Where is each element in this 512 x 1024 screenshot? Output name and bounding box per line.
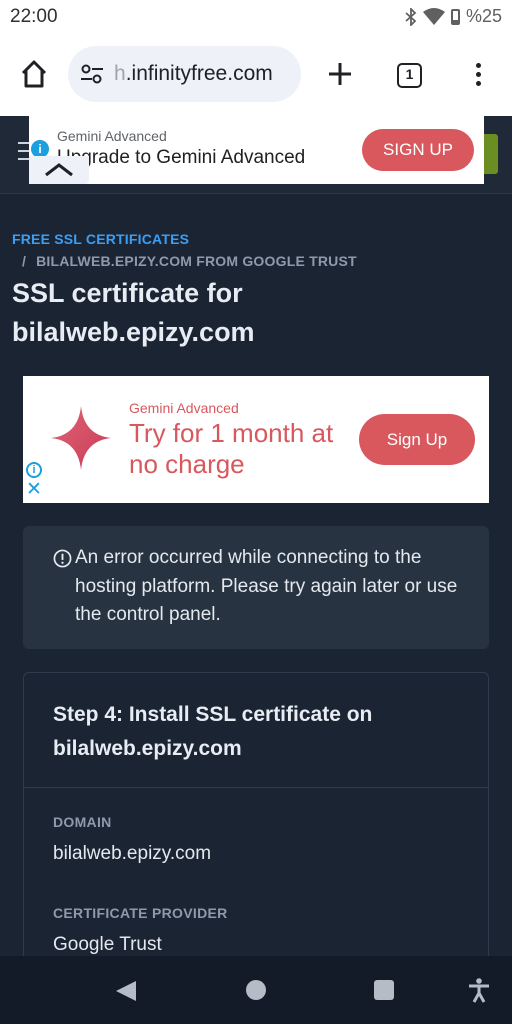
- step-heading: Step 4: Install SSL certificate on bilal…: [53, 703, 373, 760]
- domain-value: bilalweb.epizy.com: [53, 843, 212, 864]
- recents-icon[interactable]: [374, 980, 394, 1000]
- menu-dot-icon: [475, 72, 481, 77]
- address-bar[interactable]: h.infinityfree.com: [68, 46, 301, 102]
- battery-percent: %25: [465, 6, 502, 26]
- browser-toolbar: h.infinityfree.com 1: [0, 34, 512, 116]
- status-bar: 22:00 %25: [0, 0, 512, 34]
- ad-brand: Gemini Advanced: [129, 400, 239, 416]
- provider-label: CERTIFICATE PROVIDER: [53, 905, 228, 921]
- alert-message: An error occurred while connecting to th…: [75, 547, 458, 625]
- system-nav-bar: [0, 956, 512, 1024]
- status-time: 22:00: [10, 6, 58, 27]
- page-title: SSL certificate for bilalweb.epizy.com: [12, 278, 255, 347]
- ad-info-icon[interactable]: i: [26, 462, 42, 478]
- url-faded-part: h: [114, 62, 126, 85]
- ad-collapse-button[interactable]: [29, 156, 89, 184]
- install-step-card: Step 4: Install SSL certificate on bilal…: [23, 672, 489, 972]
- home-nav-icon[interactable]: [246, 980, 266, 1000]
- alert-circle-icon: [53, 549, 72, 568]
- ad-close-icon[interactable]: ✕: [26, 480, 42, 500]
- menu-dot-icon: [475, 63, 481, 68]
- menu-dot-icon: [475, 81, 481, 86]
- breadcrumb-parent-link[interactable]: FREE SSL CERTIFICATES: [12, 231, 189, 247]
- url-domain: .infinityfree.com: [125, 62, 273, 85]
- tab-switcher-button[interactable]: 1: [397, 63, 422, 88]
- chevron-up-icon: [45, 163, 73, 177]
- more-menu-button[interactable]: [466, 60, 490, 92]
- home-icon: [21, 60, 47, 88]
- bluetooth-icon: [405, 7, 417, 26]
- breadcrumb-current-label: BILALWEB.EPIZY.COM FROM GOOGLE TRUST: [36, 253, 357, 269]
- url-text: h.infinityfree.com: [114, 62, 294, 86]
- status-icons: %25: [405, 6, 502, 27]
- card-divider: [24, 787, 488, 788]
- new-tab-button[interactable]: [322, 56, 358, 92]
- back-icon[interactable]: [114, 979, 138, 1003]
- battery-icon: [450, 8, 460, 25]
- domain-label: DOMAIN: [53, 814, 112, 830]
- gemini-sparkle-icon: [51, 406, 111, 470]
- error-alert: An error occurred while connecting to th…: [23, 526, 489, 649]
- ad-headline: Upgrade to Gemini Advanced: [57, 147, 306, 168]
- breadcrumb-current: / BILALWEB.EPIZY.COM FROM GOOGLE TRUST: [22, 253, 357, 269]
- ad-signup-button[interactable]: Sign Up: [359, 414, 475, 465]
- accessibility-icon[interactable]: [466, 977, 492, 1003]
- ad-signup-button[interactable]: SIGN UP: [362, 129, 474, 171]
- plus-icon: [329, 63, 351, 85]
- wifi-icon: [422, 7, 445, 25]
- provider-value: Google Trust: [53, 934, 162, 955]
- breadcrumb-separator: /: [22, 253, 27, 269]
- inline-ad[interactable]: Gemini Advanced Try for 1 month at no ch…: [23, 376, 489, 503]
- ad-headline: Try for 1 month at no charge: [129, 418, 334, 479]
- site-settings-icon[interactable]: [80, 63, 104, 85]
- ad-brand: Gemini Advanced: [57, 128, 167, 144]
- top-banner-ad[interactable]: i Gemini Advanced Upgrade to Gemini Adva…: [29, 116, 484, 184]
- home-button[interactable]: [14, 56, 54, 92]
